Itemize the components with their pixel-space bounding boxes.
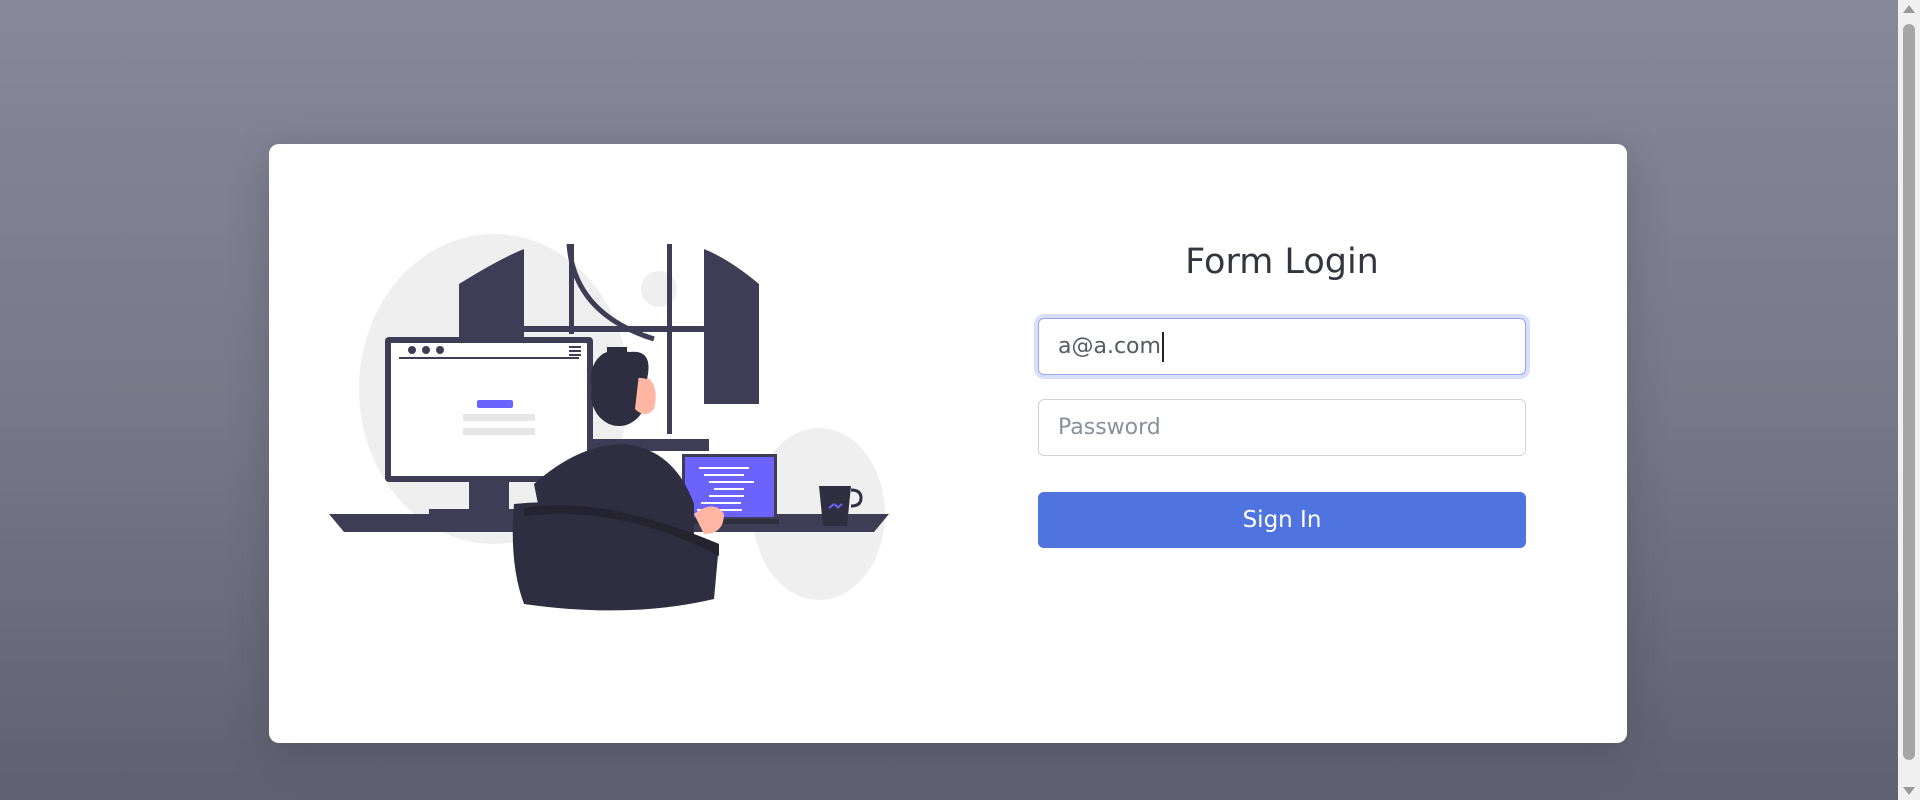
email-field[interactable]: a@a.com	[1038, 318, 1526, 375]
login-form: Form Login a@a.com Sign In	[1038, 240, 1526, 548]
login-card: Form Login a@a.com Sign In	[269, 144, 1627, 743]
developer-at-desk-illustration	[329, 234, 889, 611]
text-caret	[1161, 331, 1164, 362]
sign-in-button[interactable]: Sign In	[1038, 492, 1526, 548]
scroll-up-arrow-icon[interactable]	[1903, 5, 1915, 13]
form-title: Form Login	[1185, 242, 1379, 282]
vertical-scrollbar[interactable]	[1898, 0, 1920, 800]
password-field[interactable]	[1038, 399, 1526, 456]
scroll-thumb[interactable]	[1903, 24, 1915, 760]
email-value: a@a.com	[1058, 334, 1161, 359]
scroll-down-arrow-icon[interactable]	[1903, 787, 1915, 795]
